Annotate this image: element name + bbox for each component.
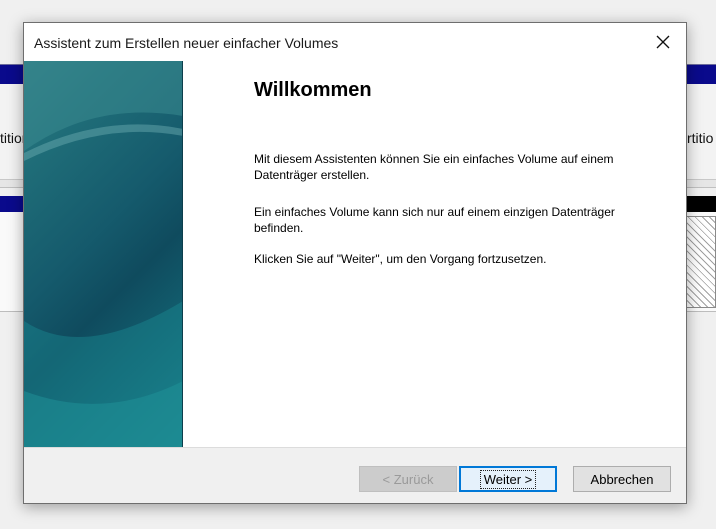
intro-text: Mit diesem Assistenten können Sie ein ei… [254,152,614,182]
background-disk-band-left [0,196,24,212]
close-icon [656,35,670,49]
dialog-title: Assistent zum Erstellen neuer einfacher … [34,35,339,51]
background-unallocated-hatch [686,216,716,308]
page-title: Willkommen [254,79,372,101]
next-button-label: Weiter > [479,469,537,489]
background-disk-band-right [686,196,716,212]
instruction-text: Klicken Sie auf "Weiter", um den Vorgang… [254,252,547,266]
wizard-content: Willkommen Mit diesem Assistenten können… [184,61,686,447]
new-simple-volume-wizard: Assistent zum Erstellen neuer einfacher … [23,22,687,504]
back-button[interactable]: < Zurück [359,466,457,492]
button-bar: < Zurück Weiter > Abbrechen [24,447,686,503]
close-button[interactable] [640,23,686,61]
background-text-right: rtitio [687,130,714,146]
next-button[interactable]: Weiter > [459,466,557,492]
title-bar[interactable]: Assistent zum Erstellen neuer einfacher … [24,23,686,61]
cancel-button[interactable]: Abbrechen [573,466,671,492]
wizard-side-banner [24,61,183,447]
info-text: Ein einfaches Volume kann sich nur auf e… [254,205,615,235]
